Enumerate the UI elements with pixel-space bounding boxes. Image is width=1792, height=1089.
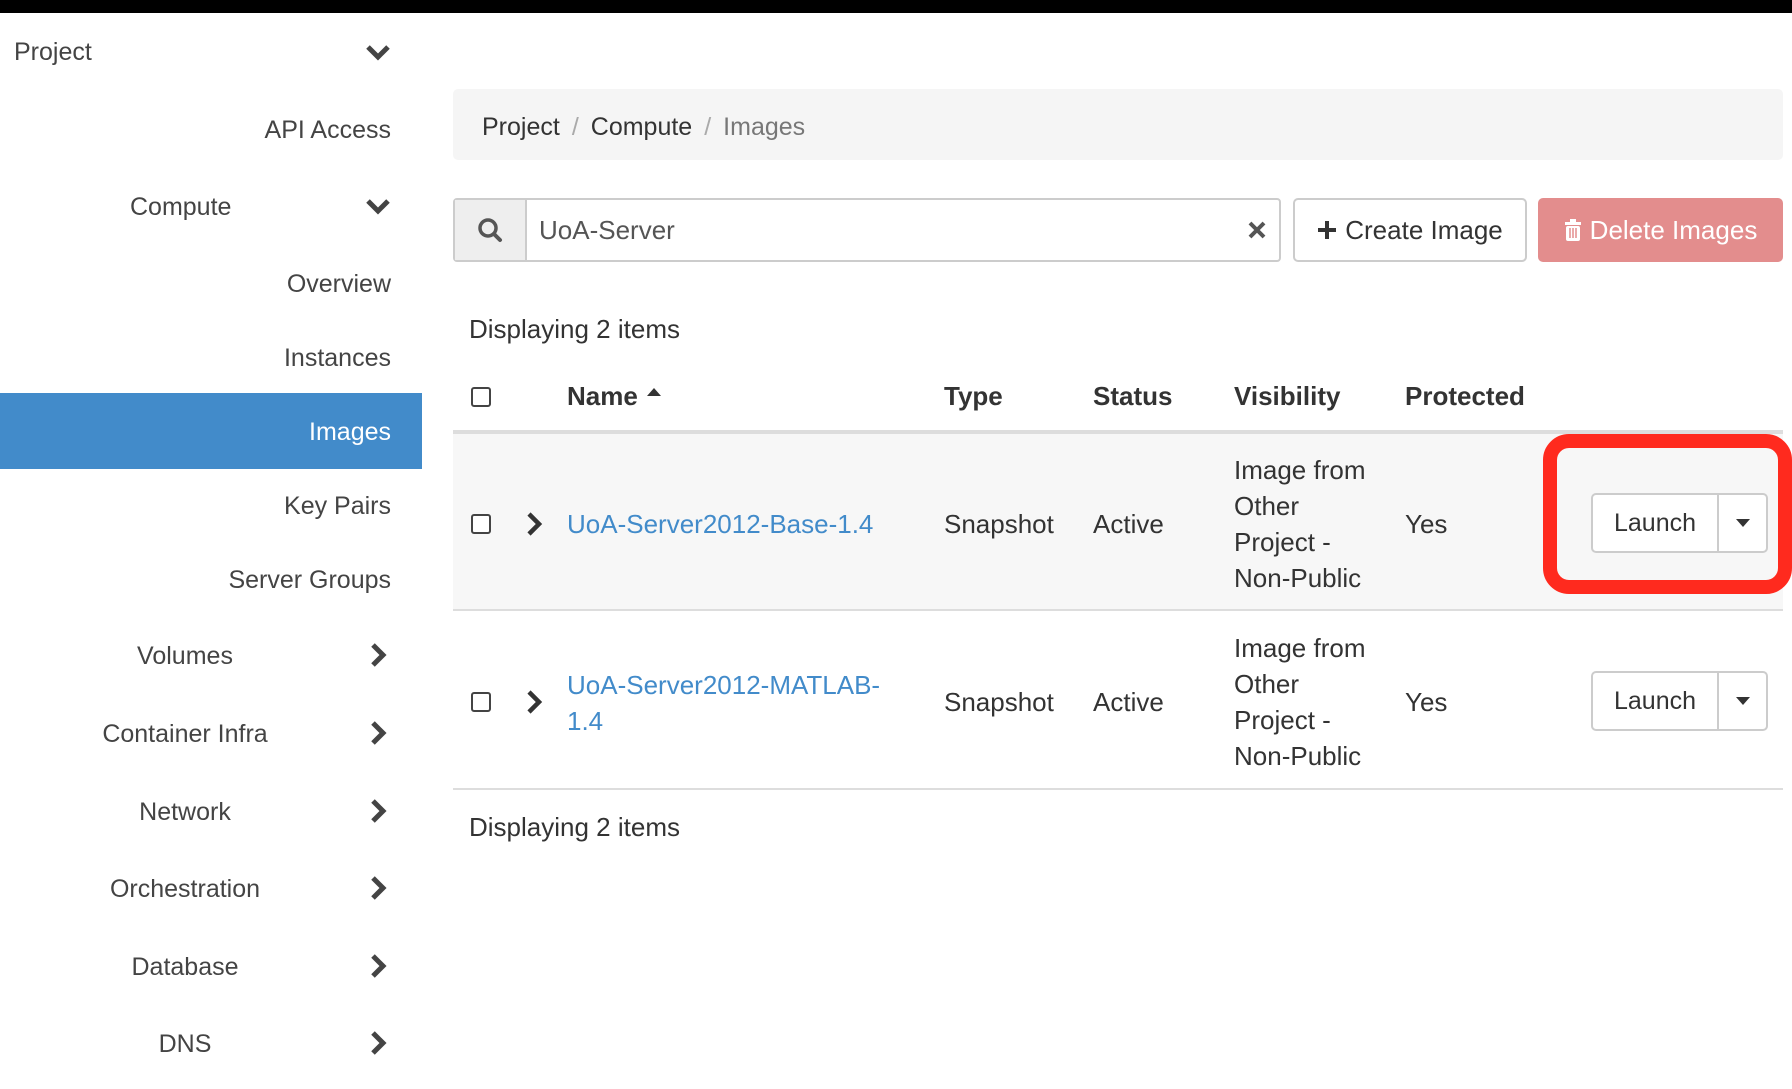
image-protected: Yes — [1405, 687, 1448, 717]
image-status: Active — [1093, 509, 1164, 539]
image-type: Snapshot — [944, 509, 1054, 539]
image-name-link[interactable]: UoA-Server2012-MATLAB- 1.4 — [567, 667, 880, 739]
search-box — [453, 198, 1281, 262]
select-all-checkbox[interactable] — [471, 387, 491, 407]
highlight-annotation — [1543, 434, 1792, 594]
sidebar-item-key-pairs[interactable]: Key Pairs — [284, 492, 391, 521]
chevron-right-icon[interactable] — [364, 797, 392, 825]
chevron-right-icon[interactable] — [364, 719, 392, 747]
sidebar-item-images-label[interactable]: Images — [309, 418, 391, 447]
launch-button-group: Launch — [1591, 671, 1768, 731]
breadcrumb-separator: / — [571, 113, 579, 141]
sidebar-item-volumes[interactable]: Volumes — [137, 642, 233, 671]
column-header-name[interactable]: Name — [567, 381, 663, 412]
column-header-type: Type — [944, 381, 1003, 411]
search-icon[interactable] — [455, 200, 527, 260]
sidebar-item-instances[interactable]: Instances — [284, 344, 391, 373]
sort-ascending-icon — [647, 388, 662, 396]
sidebar-item-orchestration[interactable]: Orchestration — [110, 875, 260, 904]
image-visibility: Image from Other Project - Non-Public — [1234, 633, 1366, 771]
row-checkbox[interactable] — [471, 692, 491, 712]
sidebar-item-network[interactable]: Network — [139, 798, 231, 827]
breadcrumb-compute[interactable]: Compute — [591, 113, 692, 141]
chevron-down-icon[interactable] — [364, 38, 392, 66]
expand-row-icon[interactable] — [520, 688, 548, 716]
image-name-link[interactable]: UoA-Server2012-Base-1.4 — [567, 509, 873, 540]
plus-icon — [1318, 221, 1337, 239]
breadcrumb-project[interactable]: Project — [482, 113, 560, 141]
breadcrumb-separator: / — [704, 113, 712, 141]
search-input[interactable] — [539, 212, 1179, 248]
breadcrumb-images: Images — [723, 113, 806, 141]
caret-down-icon — [1735, 697, 1750, 705]
sidebar-item-overview[interactable]: Overview — [287, 270, 391, 299]
chevron-right-icon[interactable] — [364, 1029, 392, 1057]
sidebar-project[interactable]: Project — [14, 38, 92, 67]
chevron-right-icon[interactable] — [364, 874, 392, 902]
item-count: Displaying 2 items — [469, 314, 680, 344]
sidebar-compute[interactable]: Compute — [130, 193, 231, 222]
delete-images-button[interactable]: Delete Images — [1538, 198, 1783, 262]
create-image-label: Create Image — [1345, 214, 1503, 245]
sidebar-item-api-access[interactable]: API Access — [265, 116, 391, 145]
column-header-visibility: Visibility — [1234, 381, 1341, 411]
image-status: Active — [1093, 687, 1164, 717]
expand-row-icon[interactable] — [520, 510, 548, 538]
image-protected: Yes — [1405, 509, 1448, 539]
delete-images-label: Delete Images — [1589, 214, 1758, 245]
row-checkbox[interactable] — [471, 514, 491, 534]
launch-button[interactable]: Launch — [1593, 673, 1719, 729]
sidebar-item-server-groups[interactable]: Server Groups — [228, 566, 391, 595]
chevron-down-icon[interactable] — [364, 192, 392, 220]
create-image-button[interactable]: Create Image — [1293, 198, 1527, 262]
chevron-right-icon[interactable] — [364, 641, 392, 669]
trash-icon — [1564, 219, 1581, 241]
item-count-footer: Displaying 2 items — [469, 812, 680, 842]
image-visibility: Image from Other Project - Non-Public — [1234, 455, 1366, 593]
sidebar-item-dns[interactable]: DNS — [159, 1030, 212, 1059]
top-bar — [0, 0, 1792, 13]
column-header-protected: Protected — [1405, 381, 1525, 411]
column-header-status: Status — [1093, 381, 1173, 411]
image-type: Snapshot — [944, 687, 1054, 717]
sidebar-item-container-infra[interactable]: Container Infra — [102, 720, 267, 749]
sidebar-item-database[interactable]: Database — [131, 953, 238, 982]
breadcrumb: Project / Compute / Images — [453, 89, 1783, 160]
clear-icon[interactable] — [1247, 220, 1267, 240]
launch-dropdown-toggle[interactable] — [1719, 673, 1766, 729]
chevron-right-icon[interactable] — [364, 952, 392, 980]
row-divider — [453, 788, 1783, 790]
